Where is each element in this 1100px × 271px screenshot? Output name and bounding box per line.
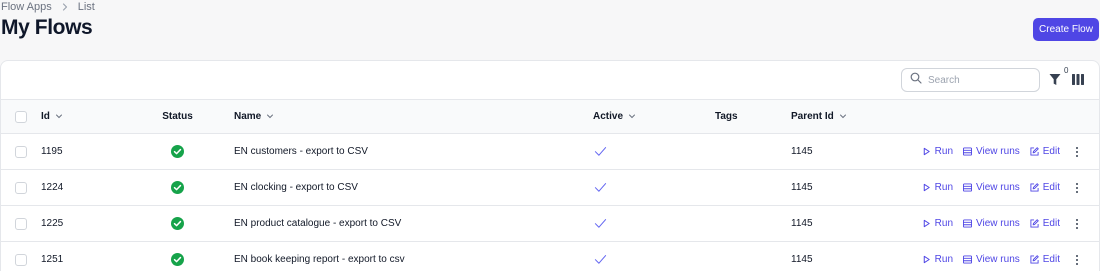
columns-icon[interactable] xyxy=(1072,74,1084,85)
list-icon xyxy=(963,183,973,192)
search-icon xyxy=(910,71,922,89)
row-parent-id: 1145 xyxy=(791,169,921,206)
edit-icon xyxy=(1030,255,1039,264)
chevron-down-icon xyxy=(629,114,636,119)
chevron-right-icon xyxy=(60,2,70,12)
column-header-status: Status xyxy=(141,99,214,134)
breadcrumb-flow-apps[interactable]: Flow Apps xyxy=(1,1,52,13)
column-header-active[interactable]: Active xyxy=(593,99,715,134)
row-checkbox[interactable] xyxy=(15,217,27,230)
row-checkbox[interactable] xyxy=(15,145,27,158)
active-check-icon xyxy=(594,255,607,264)
active-check-icon xyxy=(594,183,607,192)
table-row[interactable]: 1224 EN clocking - export to CSV 1145 Ru… xyxy=(1,169,1099,206)
play-icon xyxy=(923,219,930,228)
row-parent-id: 1145 xyxy=(791,133,921,170)
more-vertical-icon[interactable] xyxy=(1073,218,1081,230)
more-vertical-icon[interactable] xyxy=(1073,254,1081,266)
row-id: 1224 xyxy=(41,169,141,206)
select-all-checkbox[interactable] xyxy=(15,110,27,123)
column-header-name[interactable]: Name xyxy=(214,99,593,134)
breadcrumb: Flow Apps List xyxy=(1,0,95,14)
row-checkbox[interactable] xyxy=(15,253,27,266)
row-id: 1251 xyxy=(41,241,141,271)
table-row[interactable]: 1251 EN book keeping report - export to … xyxy=(1,241,1099,271)
chevron-down-icon xyxy=(55,114,62,119)
view-runs-button[interactable]: View runs xyxy=(963,182,1020,193)
edit-icon xyxy=(1030,183,1039,192)
more-vertical-icon[interactable] xyxy=(1073,182,1081,194)
status-success-icon xyxy=(171,145,184,158)
active-check-icon xyxy=(594,219,607,228)
run-button[interactable]: Run xyxy=(922,146,953,157)
flows-table-card: 0 Id Status Name Active Tags Parent Id 1… xyxy=(0,60,1100,271)
row-parent-id: 1145 xyxy=(791,241,921,271)
column-header-id[interactable]: Id xyxy=(41,99,141,134)
column-header-tags: Tags xyxy=(715,99,791,134)
list-icon xyxy=(963,255,973,264)
column-header-parent-id[interactable]: Parent Id xyxy=(791,99,921,134)
row-tags xyxy=(715,241,791,271)
run-button[interactable]: Run xyxy=(922,254,953,265)
create-flow-button[interactable]: Create Flow xyxy=(1033,18,1099,41)
play-icon xyxy=(923,255,930,264)
search-box[interactable] xyxy=(901,68,1040,92)
row-tags xyxy=(715,169,791,206)
column-header-actions xyxy=(921,99,1099,134)
view-runs-button[interactable]: View runs xyxy=(963,218,1020,229)
row-name: EN clocking - export to CSV xyxy=(214,169,593,206)
row-parent-id: 1145 xyxy=(791,205,921,242)
table-row[interactable]: 1195 EN customers - export to CSV 1145 R… xyxy=(1,133,1099,170)
edit-button[interactable]: Edit xyxy=(1030,254,1060,265)
search-input[interactable] xyxy=(928,74,1028,86)
more-vertical-icon[interactable] xyxy=(1073,146,1081,158)
run-button[interactable]: Run xyxy=(922,218,953,229)
table-header-row: Id Status Name Active Tags Parent Id xyxy=(1,99,1099,134)
filter-icon[interactable] xyxy=(1049,73,1061,86)
status-success-icon xyxy=(171,253,184,266)
table-row[interactable]: 1225 EN product catalogue - export to CS… xyxy=(1,205,1099,242)
filter-count-badge: 0 xyxy=(1064,66,1069,75)
status-success-icon xyxy=(171,217,184,230)
list-icon xyxy=(963,219,973,228)
view-runs-button[interactable]: View runs xyxy=(963,254,1020,265)
row-tags xyxy=(715,133,791,170)
row-name: EN product catalogue - export to CSV xyxy=(214,205,593,242)
row-name: EN book keeping report - export to csv xyxy=(214,241,593,271)
breadcrumb-list: List xyxy=(77,1,95,13)
edit-button[interactable]: Edit xyxy=(1030,218,1060,229)
row-checkbox[interactable] xyxy=(15,181,27,194)
row-id: 1225 xyxy=(41,205,141,242)
active-check-icon xyxy=(594,147,607,156)
edit-button[interactable]: Edit xyxy=(1030,182,1060,193)
edit-button[interactable]: Edit xyxy=(1030,146,1060,157)
view-runs-button[interactable]: View runs xyxy=(963,146,1020,157)
chevron-down-icon xyxy=(839,114,846,119)
row-id: 1195 xyxy=(41,133,141,170)
row-tags xyxy=(715,205,791,242)
play-icon xyxy=(923,183,930,192)
row-name: EN customers - export to CSV xyxy=(214,133,593,170)
table-toolbar: 0 xyxy=(1,61,1099,99)
flows-table: Id Status Name Active Tags Parent Id 119… xyxy=(1,99,1099,271)
run-button[interactable]: Run xyxy=(922,182,953,193)
chevron-down-icon xyxy=(267,114,274,119)
page-title: My Flows xyxy=(1,16,93,39)
status-success-icon xyxy=(171,181,184,194)
edit-icon xyxy=(1030,147,1039,156)
edit-icon xyxy=(1030,219,1039,228)
play-icon xyxy=(923,147,930,156)
list-icon xyxy=(963,147,973,156)
